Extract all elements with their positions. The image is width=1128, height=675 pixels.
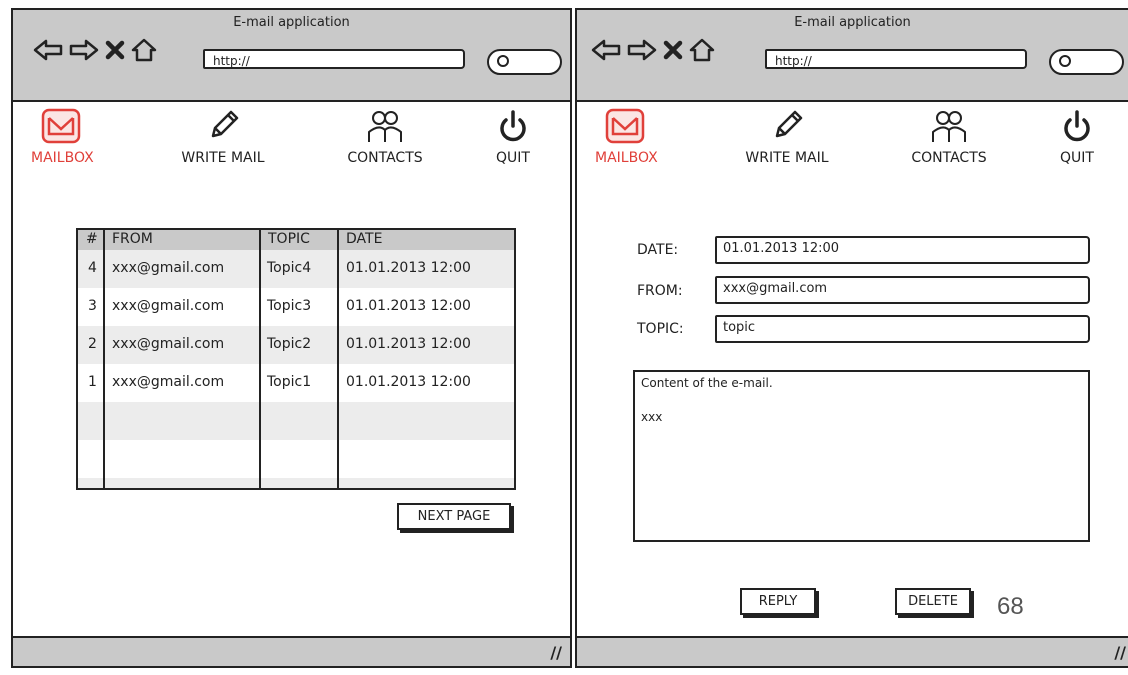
quit-label: QUIT xyxy=(496,150,530,166)
browser-titlebar: E-mail application http:// xyxy=(13,10,570,102)
resize-grip-icon[interactable]: // xyxy=(1114,643,1126,662)
row-from: xxx@gmail.com xyxy=(112,374,225,390)
from-label: FROM: xyxy=(637,283,683,299)
contacts-label: CONTACTS xyxy=(347,150,423,166)
contacts-icon xyxy=(368,111,402,142)
mailbox-label: MAILBOX xyxy=(595,150,658,166)
forward-arrow-icon[interactable] xyxy=(69,39,99,61)
date-field[interactable]: 01.01.2013 12:00 xyxy=(715,236,1090,264)
window-title: E-mail application xyxy=(233,15,350,30)
column-divider xyxy=(103,230,105,488)
stop-icon[interactable] xyxy=(105,40,125,60)
table-row-empty xyxy=(78,402,514,440)
forward-arrow-icon[interactable] xyxy=(627,39,657,61)
write-mail-label: WRITE MAIL xyxy=(181,150,265,166)
reply-button[interactable]: REPLY xyxy=(740,588,816,615)
col-header-from: FROM xyxy=(112,231,153,247)
quit-label: QUIT xyxy=(1060,150,1094,166)
next-page-button[interactable]: NEXT PAGE xyxy=(397,503,511,530)
search-icon xyxy=(497,55,509,67)
topic-field[interactable]: topic xyxy=(715,315,1090,343)
table-row[interactable]: 2 xxx@gmail.com Topic2 01.01.2013 12:00 xyxy=(78,326,514,364)
back-arrow-icon[interactable] xyxy=(591,39,621,61)
home-icon[interactable] xyxy=(689,38,715,62)
row-date: 01.01.2013 12:00 xyxy=(346,374,471,390)
from-field[interactable]: xxx@gmail.com xyxy=(715,276,1090,304)
mail-table: # FROM TOPIC DATE 4 xxx@gmail.com Topic4… xyxy=(76,228,516,490)
col-header-topic: TOPIC xyxy=(268,231,310,247)
column-divider xyxy=(259,230,261,488)
back-arrow-icon[interactable] xyxy=(33,39,63,61)
page-number: 68 xyxy=(997,593,1024,620)
row-date: 01.01.2013 12:00 xyxy=(346,260,471,276)
resize-grip-icon[interactable]: // xyxy=(550,643,562,662)
contacts-tab[interactable]: CONTACTS xyxy=(899,108,999,166)
row-topic: Topic4 xyxy=(267,260,312,276)
col-header-number: # xyxy=(86,231,98,247)
write-mail-tab[interactable]: WRITE MAIL xyxy=(173,108,273,166)
write-mail-tab[interactable]: WRITE MAIL xyxy=(737,108,837,166)
column-divider xyxy=(337,230,339,488)
window-title: E-mail application xyxy=(794,15,911,30)
row-number: 2 xyxy=(88,336,97,352)
row-date: 01.01.2013 12:00 xyxy=(346,298,471,314)
mailbox-tab[interactable]: MAILBOX xyxy=(31,108,94,166)
contacts-icon xyxy=(932,111,966,142)
pencil-icon xyxy=(775,110,803,138)
content-line: Content of the e-mail. xyxy=(641,376,773,390)
quit-tab[interactable]: QUIT xyxy=(1052,108,1102,166)
stop-icon[interactable] xyxy=(663,40,683,60)
row-number: 4 xyxy=(88,260,97,276)
mailbox-icon xyxy=(41,108,81,144)
home-icon[interactable] xyxy=(131,38,157,62)
row-topic: Topic2 xyxy=(267,336,312,352)
table-row[interactable]: 4 xxx@gmail.com Topic4 01.01.2013 12:00 xyxy=(78,250,514,288)
row-topic: Topic3 xyxy=(267,298,312,314)
table-header: # FROM TOPIC DATE xyxy=(78,230,514,250)
row-from: xxx@gmail.com xyxy=(112,336,225,352)
contacts-tab[interactable]: CONTACTS xyxy=(335,108,435,166)
row-number: 3 xyxy=(88,298,97,314)
power-icon xyxy=(1064,110,1090,142)
delete-button[interactable]: DELETE xyxy=(895,588,971,615)
col-header-date: DATE xyxy=(346,231,383,247)
table-row[interactable]: 3 xxx@gmail.com Topic3 01.01.2013 12:00 xyxy=(78,288,514,326)
mailbox-tab[interactable]: MAILBOX xyxy=(595,108,658,166)
mailbox-window: E-mail application http:// MAILBOX WRITE… xyxy=(11,8,572,668)
status-bar: // xyxy=(577,636,1128,666)
url-input[interactable]: http:// xyxy=(203,49,465,69)
table-row[interactable]: 1 xxx@gmail.com Topic1 01.01.2013 12:00 xyxy=(78,364,514,402)
row-topic: Topic1 xyxy=(267,374,312,390)
status-bar: // xyxy=(13,636,570,666)
row-date: 01.01.2013 12:00 xyxy=(346,336,471,352)
content-line: xxx xyxy=(641,410,663,424)
date-label: DATE: xyxy=(637,242,679,258)
topic-label: TOPIC: xyxy=(637,321,684,337)
browser-titlebar: E-mail application http:// xyxy=(577,10,1128,102)
search-box[interactable] xyxy=(487,49,562,75)
url-input[interactable]: http:// xyxy=(765,49,1027,69)
row-from: xxx@gmail.com xyxy=(112,260,225,276)
table-row-empty xyxy=(78,440,514,478)
mailbox-label: MAILBOX xyxy=(31,150,94,166)
row-number: 1 xyxy=(88,374,97,390)
row-from: xxx@gmail.com xyxy=(112,298,225,314)
write-mail-label: WRITE MAIL xyxy=(745,150,829,166)
table-row-empty xyxy=(78,478,514,488)
pencil-icon xyxy=(211,110,239,138)
mail-detail-window: E-mail application http:// MAILBOX WRITE… xyxy=(575,8,1128,668)
mailbox-icon xyxy=(605,108,645,144)
power-icon xyxy=(500,110,526,142)
page-edge xyxy=(0,0,8,675)
search-icon xyxy=(1059,55,1071,67)
contacts-label: CONTACTS xyxy=(911,150,987,166)
search-box[interactable] xyxy=(1049,49,1124,75)
mail-content-area[interactable]: Content of the e-mail. xxx xyxy=(633,370,1090,542)
quit-tab[interactable]: QUIT xyxy=(488,108,538,166)
